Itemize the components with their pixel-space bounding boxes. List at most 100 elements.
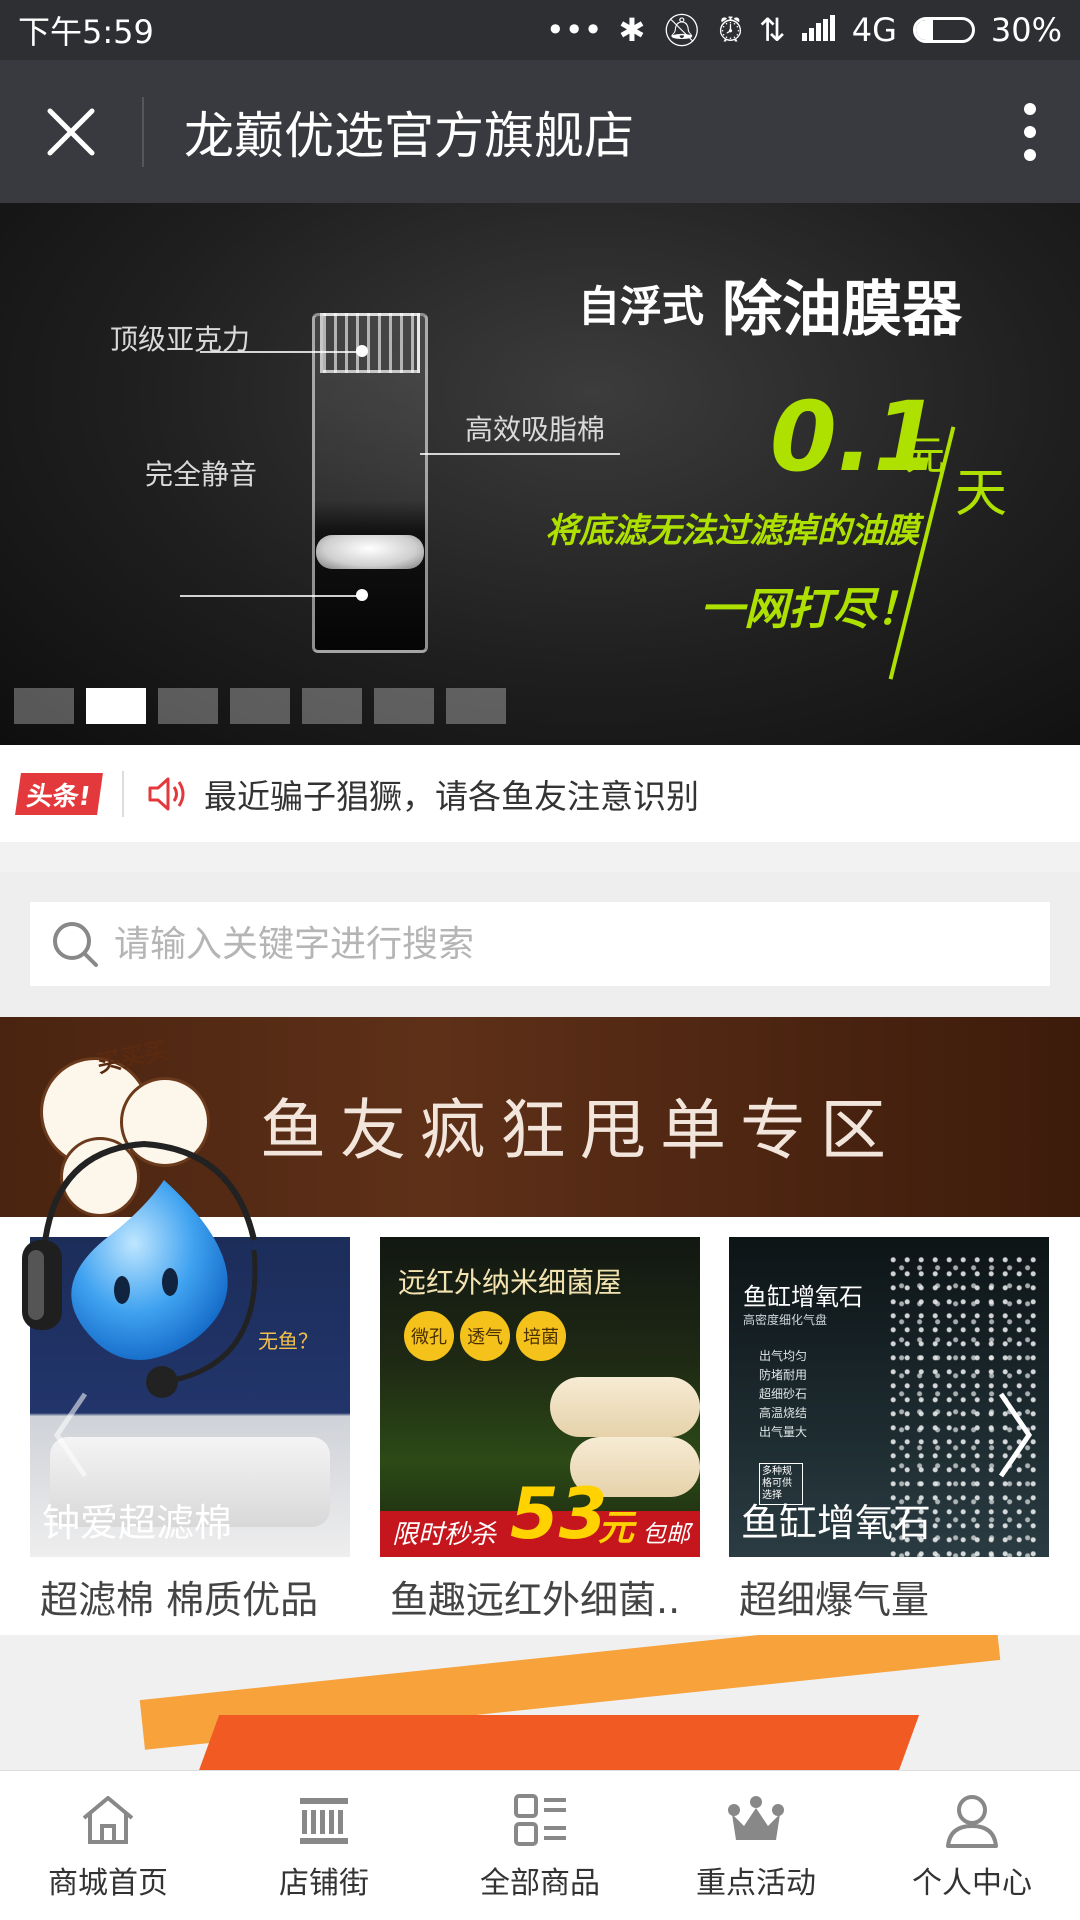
signal-icon <box>801 11 836 49</box>
product-image-sub: 高密度细化气盘 <box>743 1313 828 1327</box>
home-icon <box>82 1795 134 1844</box>
product-price: 53 <box>510 1473 608 1555</box>
data-transfer-icon: ⇅ <box>758 11 786 49</box>
more-notifications-icon: ••• <box>545 11 603 49</box>
headline-badge: 头条! <box>15 772 103 815</box>
more-vertical-icon <box>1024 102 1036 161</box>
banner-headline-main: 除油膜器 <box>722 275 962 345</box>
skimmer-foam <box>316 535 424 569</box>
tab-label: 个人中心 <box>912 1865 1032 1901</box>
mute-icon: 🔕︎ <box>661 11 702 49</box>
teaser-block <box>160 1715 920 1770</box>
alarm-icon: ⏰︎ <box>717 10 743 49</box>
leader-dot <box>356 589 368 601</box>
banner-slogan-line1: 将底滤无法过滤掉的油膜 <box>545 511 919 551</box>
search-input[interactable] <box>114 923 1050 965</box>
search-icon <box>53 922 98 967</box>
carousel-indicator[interactable] <box>14 688 74 724</box>
page-title: 龙巅优选官方旗舰店 <box>184 106 634 165</box>
title-divider <box>142 96 144 167</box>
ceramic-ring <box>550 1377 700 1437</box>
close-icon <box>47 108 95 155</box>
more-menu-button[interactable] <box>980 60 1080 203</box>
bluetooth-icon: ✱ <box>618 11 646 49</box>
feature-item: 出气均匀 <box>759 1349 808 1363</box>
search-box[interactable] <box>30 902 1050 986</box>
notice-bar[interactable]: 头条! 最近骗子猖獗，请各鱼友注意识别 <box>0 745 1080 842</box>
flash-sale-label: 限时秒杀 <box>392 1520 497 1550</box>
feature-item: 超细砂石 <box>759 1387 808 1401</box>
product-tag: 微孔 <box>404 1311 454 1361</box>
banner-price-per: 天 <box>955 464 1008 524</box>
carousel-indicator[interactable] <box>230 688 290 724</box>
customer-service-mascot[interactable] <box>14 1130 264 1450</box>
tab-label: 商城首页 <box>48 1865 168 1901</box>
free-shipping-label: 包邮 <box>642 1520 690 1548</box>
product-image-heading: 远红外纳米细菌屋 <box>398 1266 623 1299</box>
promo-title: 鱼友疯狂甩单专区 <box>260 1092 900 1169</box>
product-price-unit: 元 <box>598 1508 635 1549</box>
product-image-heading: 鱼缸增氧石 <box>743 1283 863 1311</box>
tab-label: 重点活动 <box>696 1865 816 1901</box>
product-title: 超细爆气量 <box>739 1578 930 1622</box>
bottom-tab-bar: 商城首页 店铺街 全部商品 重点活动 个人中心 <box>0 1770 1080 1920</box>
carousel-indicator[interactable] <box>446 688 506 724</box>
product-title: 鱼趣远红外细菌.. <box>390 1578 681 1622</box>
product-overlay-label: 钟爱超滤棉 <box>42 1501 233 1545</box>
tab-home[interactable]: 商城首页 <box>0 1771 216 1920</box>
carousel-next-button[interactable] <box>980 1380 1050 1490</box>
tab-key-events[interactable]: 重点活动 <box>648 1771 864 1920</box>
user-icon <box>946 1794 998 1848</box>
promo-bubble-text: 买买买 <box>94 1035 171 1079</box>
search-area <box>0 872 1080 1017</box>
banner-headline-prefix: 自浮式 <box>578 282 705 331</box>
product-image-text: 无鱼？ <box>258 1329 318 1353</box>
notice-text: 最近骗子猖獗，请各鱼友注意识别 <box>204 776 699 816</box>
product-feature-list: 出气均匀 防堵耐用 超细砂石 高温烧结 出气量大 <box>759 1347 807 1442</box>
status-bar: 下午5:59 ••• ✱ 🔕︎ ⏰︎ ⇅ 4G 30% <box>0 0 1080 60</box>
crown-icon <box>728 1795 784 1840</box>
carousel-indicators <box>14 688 506 724</box>
list-icon <box>514 1793 566 1846</box>
tab-all-products[interactable]: 全部商品 <box>432 1771 648 1920</box>
notice-divider <box>122 770 124 817</box>
carousel-indicator[interactable] <box>302 688 362 724</box>
tab-personal-center[interactable]: 个人中心 <box>864 1771 1080 1920</box>
leader-line <box>200 351 362 353</box>
leader-line <box>420 453 620 455</box>
feature-item: 出气量大 <box>759 1425 808 1439</box>
battery-percent: 30% <box>990 11 1062 49</box>
teaser-banner[interactable] <box>0 1635 1080 1770</box>
product-tag: 培菌 <box>516 1311 566 1361</box>
customer-service-mascot-icon <box>22 1140 258 1398</box>
tab-label: 店铺街 <box>279 1865 369 1901</box>
banner-carousel[interactable]: 顶级亚克力 高效吸脂棉 完全静音 自浮式 除油膜器 0.1 元 天 将底滤无法过… <box>0 203 1080 745</box>
network-type: 4G <box>851 11 897 49</box>
carousel-indicator[interactable] <box>158 688 218 724</box>
banner-label-foam: 高效吸脂棉 <box>465 413 606 446</box>
product-title: 超滤棉 棉质优品 <box>40 1578 319 1622</box>
feature-item: 防堵耐用 <box>759 1368 808 1382</box>
banner-slogan-line2: 一网打尽！ <box>700 584 920 635</box>
tab-shop-street[interactable]: 店铺街 <box>216 1771 432 1920</box>
skimmer-device-top <box>320 313 420 373</box>
carousel-indicator[interactable] <box>86 688 146 724</box>
leader-line <box>180 595 360 597</box>
banner-label-silent: 完全静音 <box>145 458 258 491</box>
chevron-right-icon <box>998 1392 1033 1478</box>
product-card[interactable]: 远红外纳米细菌屋 微孔 透气 培菌 限时秒杀 53 元 包邮 鱼趣远红外细菌.. <box>380 1237 700 1624</box>
title-bar: 龙巅优选官方旗舰店 <box>0 60 1080 203</box>
close-button[interactable] <box>0 60 142 203</box>
status-time: 下午5:59 <box>18 13 154 51</box>
speaker-icon <box>148 777 185 810</box>
leader-dot <box>356 345 368 357</box>
battery-icon <box>912 17 975 43</box>
product-image: 远红外纳米细菌屋 微孔 透气 培菌 限时秒杀 53 元 包邮 <box>380 1237 700 1557</box>
tab-label: 全部商品 <box>480 1865 600 1901</box>
carousel-indicator[interactable] <box>374 688 434 724</box>
product-overlay-label: 鱼缸增氧石 <box>741 1501 932 1545</box>
storefront-icon <box>300 1797 348 1844</box>
status-icons: ••• ✱ 🔕︎ ⏰︎ ⇅ 4G 30% <box>546 11 1062 50</box>
product-tag: 透气 <box>460 1311 510 1361</box>
feature-item: 高温烧结 <box>759 1406 808 1420</box>
